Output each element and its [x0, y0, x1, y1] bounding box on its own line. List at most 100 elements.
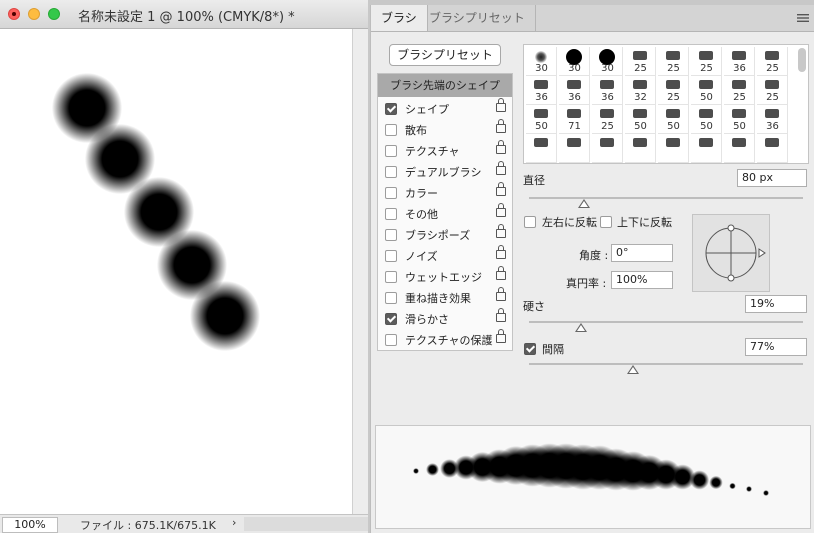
- brush-tip-preset[interactable]: 25: [757, 47, 788, 76]
- option-other[interactable]: その他: [378, 203, 512, 224]
- angle-field[interactable]: 0°: [611, 244, 673, 262]
- option-noise[interactable]: ノイズ: [378, 245, 512, 266]
- tab-brush-presets[interactable]: ブラシプリセット: [419, 5, 536, 31]
- brush-tip-preset[interactable]: 30: [559, 47, 590, 76]
- brush-tip-preset[interactable]: 30: [592, 47, 623, 76]
- brush-tip-shape-header[interactable]: ブラシ先端のシェイプ: [378, 74, 512, 97]
- shape-checkbox[interactable]: [385, 103, 397, 115]
- lock-icon[interactable]: [496, 266, 506, 280]
- brush-tip-preset[interactable]: [757, 134, 788, 163]
- panel-menu-icon[interactable]: [797, 12, 809, 26]
- brush-tip-preset[interactable]: 36: [559, 76, 590, 105]
- file-size-info: ファイル : 675.1K/675.1K: [80, 519, 216, 532]
- spacing-slider-handle[interactable]: [627, 365, 640, 374]
- scatter-checkbox[interactable]: [385, 124, 397, 136]
- diameter-slider-track[interactable]: [529, 197, 803, 199]
- brush-tip-preset[interactable]: 50: [691, 105, 722, 134]
- hardness-slider-track[interactable]: [529, 321, 803, 323]
- brush-tip-preset[interactable]: 30: [526, 47, 557, 76]
- protect-texture-checkbox[interactable]: [385, 334, 397, 346]
- vertical-scrollbar[interactable]: [352, 29, 368, 514]
- brush-tip-preset[interactable]: 36: [724, 47, 755, 76]
- hardness-slider-handle[interactable]: [575, 323, 588, 332]
- other-checkbox[interactable]: [385, 208, 397, 220]
- brush-tip-preset[interactable]: [691, 134, 722, 163]
- lock-icon[interactable]: [496, 98, 506, 112]
- wet-edges-checkbox[interactable]: [385, 271, 397, 283]
- color-checkbox[interactable]: [385, 187, 397, 199]
- lock-icon[interactable]: [496, 182, 506, 196]
- brush-tip-preset[interactable]: 36: [592, 76, 623, 105]
- brush-pose-checkbox[interactable]: [385, 229, 397, 241]
- brush-tip-icon: [699, 138, 713, 147]
- spacing-slider-track[interactable]: [529, 363, 803, 365]
- brush-presets-button[interactable]: ブラシプリセット: [389, 44, 501, 66]
- option-smoothing[interactable]: 滑らかさ: [378, 308, 512, 329]
- option-scatter[interactable]: 散布: [378, 119, 512, 140]
- horizontal-scrollbar[interactable]: [244, 517, 368, 531]
- option-dual-brush[interactable]: デュアルブラシ: [378, 161, 512, 182]
- diameter-field[interactable]: 80 px: [737, 169, 807, 187]
- brush-tip-preset[interactable]: 25: [658, 47, 689, 76]
- lock-icon[interactable]: [496, 329, 506, 343]
- option-texture[interactable]: テクスチャ: [378, 140, 512, 161]
- status-menu-arrow-icon[interactable]: ›: [232, 516, 236, 529]
- brush-tip-preset[interactable]: [658, 134, 689, 163]
- option-wet-edges[interactable]: ウェットエッジ: [378, 266, 512, 287]
- brush-tip-preset[interactable]: 25: [691, 47, 722, 76]
- brush-tip-preset[interactable]: [559, 134, 590, 163]
- lock-icon[interactable]: [496, 224, 506, 238]
- spacing-checkbox[interactable]: [524, 343, 536, 355]
- document-titlebar[interactable]: 名称未設定 1 @ 100% (CMYK/8*) *: [0, 0, 368, 29]
- lock-icon[interactable]: [496, 119, 506, 133]
- dual-brush-checkbox[interactable]: [385, 166, 397, 178]
- brush-tip-preset[interactable]: 25: [592, 105, 623, 134]
- build-up-checkbox[interactable]: [385, 292, 397, 304]
- brush-tip-preset[interactable]: 50: [691, 76, 722, 105]
- option-shape[interactable]: シェイプ: [378, 98, 512, 119]
- brush-tip-preset[interactable]: [724, 134, 755, 163]
- brush-tip-preset[interactable]: 50: [658, 105, 689, 134]
- smoothing-checkbox[interactable]: [385, 313, 397, 325]
- brush-tip-preset[interactable]: 71: [559, 105, 590, 134]
- hardness-field[interactable]: 19%: [745, 295, 807, 313]
- brush-tip-preset[interactable]: [526, 134, 557, 163]
- lock-icon[interactable]: [496, 308, 506, 322]
- brush-tip-preset[interactable]: 25: [757, 76, 788, 105]
- zoom-window-button[interactable]: [48, 8, 60, 20]
- lock-icon[interactable]: [496, 161, 506, 175]
- lock-icon[interactable]: [496, 140, 506, 154]
- brush-tip-preset[interactable]: 36: [757, 105, 788, 134]
- brush-tip-preset[interactable]: 36: [526, 76, 557, 105]
- angle-roundness-widget[interactable]: [692, 214, 770, 292]
- brush-tip-preset[interactable]: 50: [724, 105, 755, 134]
- brush-tip-preset[interactable]: [592, 134, 623, 163]
- option-brush-pose[interactable]: ブラシポーズ: [378, 224, 512, 245]
- brush-tip-preset[interactable]: 25: [724, 76, 755, 105]
- flip-x-checkbox[interactable]: [524, 216, 536, 228]
- brush-tip-scrollbar[interactable]: [798, 48, 806, 72]
- noise-checkbox[interactable]: [385, 250, 397, 262]
- option-protect-texture[interactable]: テクスチャの保護: [378, 329, 512, 350]
- lock-icon[interactable]: [496, 203, 506, 217]
- brush-tip-preset[interactable]: [625, 134, 656, 163]
- minimize-window-button[interactable]: [28, 8, 40, 20]
- roundness-field[interactable]: 100%: [611, 271, 673, 289]
- brush-tip-preset[interactable]: 32: [625, 76, 656, 105]
- diameter-slider-handle[interactable]: [577, 199, 590, 208]
- spacing-field[interactable]: 77%: [745, 338, 807, 356]
- brush-tip-preset[interactable]: 25: [625, 47, 656, 76]
- option-color[interactable]: カラー: [378, 182, 512, 203]
- brush-tip-grid[interactable]: 30 30 30 25 25 25 36 25 36 36 36 32 25 50 25 25 50 71 25 50…: [523, 44, 809, 164]
- flip-y-checkbox[interactable]: [600, 216, 612, 228]
- lock-icon[interactable]: [496, 245, 506, 259]
- texture-checkbox[interactable]: [385, 145, 397, 157]
- brush-tip-preset[interactable]: 25: [658, 76, 689, 105]
- option-build-up[interactable]: 重ね描き効果: [378, 287, 512, 308]
- zoom-level-field[interactable]: 100%: [2, 517, 58, 533]
- brush-tip-preset[interactable]: 50: [625, 105, 656, 134]
- brush-tip-preset[interactable]: 50: [526, 105, 557, 134]
- close-window-button[interactable]: [8, 8, 20, 20]
- lock-icon[interactable]: [496, 287, 506, 301]
- document-canvas[interactable]: [0, 29, 352, 514]
